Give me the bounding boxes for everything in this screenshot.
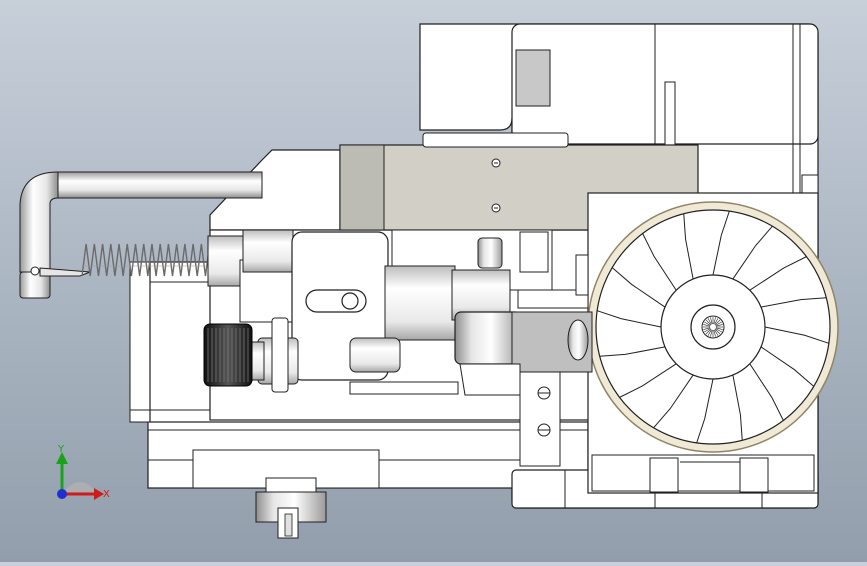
knurled-knob[interactable] bbox=[203, 317, 299, 393]
y-axis-label: Y bbox=[57, 444, 65, 455]
z-axis-dot-icon bbox=[57, 489, 67, 499]
slot-screw-icon bbox=[341, 292, 359, 310]
axis-triad: Y X bbox=[56, 444, 110, 500]
cad-model-view[interactable]: Y X bbox=[0, 0, 867, 562]
x-axis-label: X bbox=[103, 489, 110, 500]
bottom-hub[interactable] bbox=[255, 477, 327, 539]
graphics-viewport[interactable]: Y X bbox=[0, 0, 867, 562]
pulley-wheel[interactable] bbox=[587, 201, 839, 453]
